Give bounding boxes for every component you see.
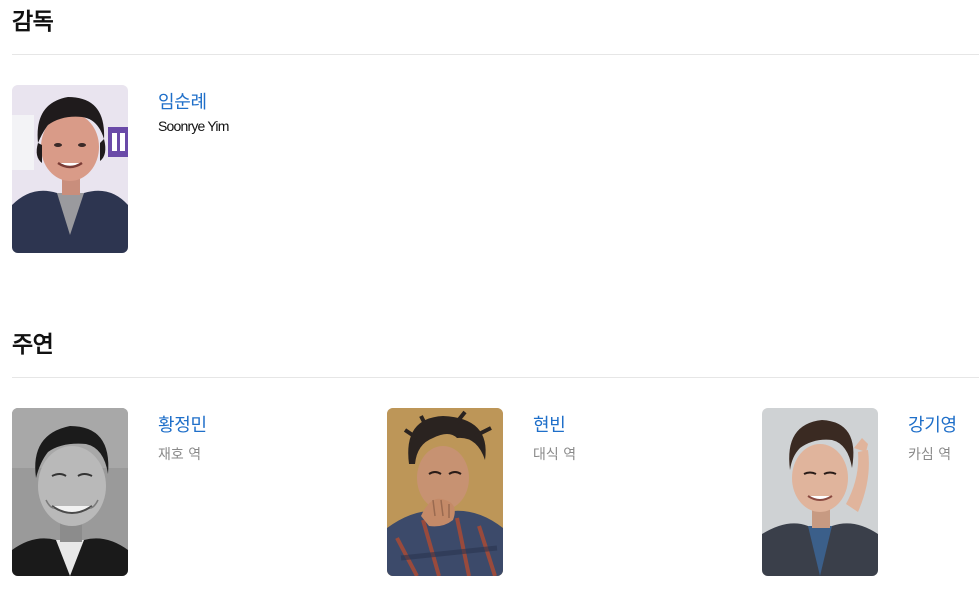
director-name-link[interactable]: 임순례 xyxy=(158,88,207,114)
person-portrait-image xyxy=(762,408,878,576)
director-name-english: Soonrye Yim xyxy=(158,118,229,134)
cast-photo[interactable] xyxy=(762,408,878,576)
director-card: 임순례 Soonrye Yim xyxy=(12,85,412,253)
director-photo[interactable] xyxy=(12,85,128,253)
cast-role: 재호 역 xyxy=(158,447,202,463)
cast-name-link[interactable]: 현빈 xyxy=(533,411,566,437)
cast-card: 현빈 대식 역 xyxy=(387,408,747,576)
cast-photo[interactable] xyxy=(12,408,128,576)
section-divider xyxy=(12,54,979,55)
cast-role: 대식 역 xyxy=(533,447,577,463)
cast-name-link[interactable]: 강기영 xyxy=(908,411,957,437)
cast-card: 황정민 재호 역 xyxy=(12,408,372,576)
cast-name-link[interactable]: 황정민 xyxy=(158,411,207,437)
cast-card: 강기영 카심 역 xyxy=(762,408,979,576)
section-title-director: 감독 xyxy=(12,9,54,35)
section-title-cast: 주연 xyxy=(12,332,54,358)
person-portrait-image xyxy=(12,408,128,576)
section-divider xyxy=(12,377,979,378)
cast-role: 카심 역 xyxy=(908,447,952,463)
cast-photo[interactable] xyxy=(387,408,503,576)
person-portrait-image xyxy=(387,408,503,576)
person-portrait-image xyxy=(12,85,128,253)
